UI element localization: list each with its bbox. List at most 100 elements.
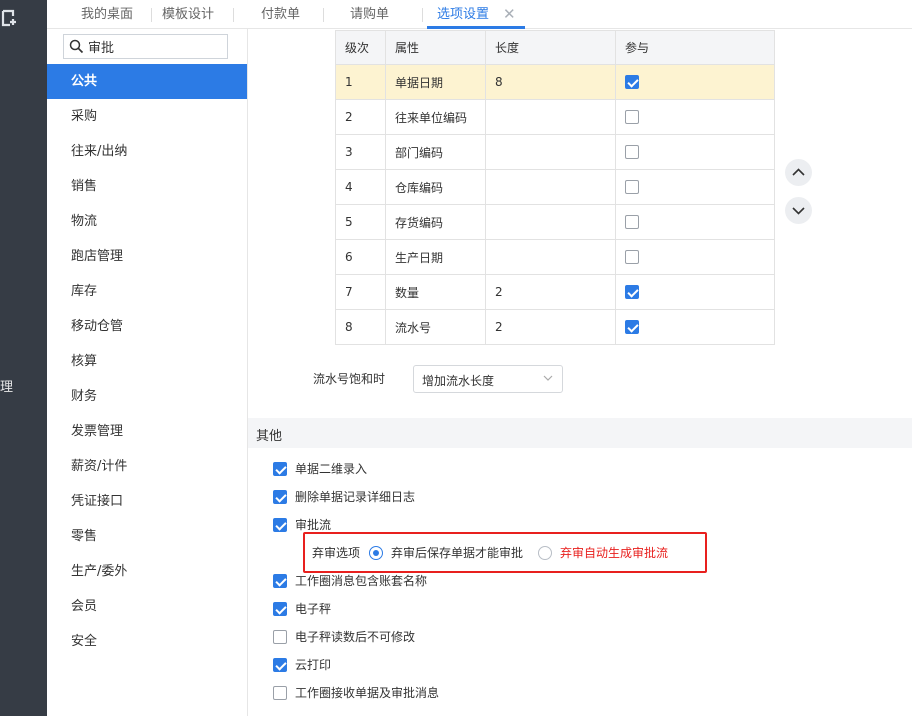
option-label: 云打印 bbox=[295, 658, 332, 672]
cell-participate bbox=[615, 134, 775, 170]
cell-level: 7 bbox=[335, 274, 386, 310]
chevron-up-icon bbox=[792, 168, 805, 176]
sidebar-item-mobile-warehouse[interactable]: 移动仓管 bbox=[47, 309, 247, 344]
search-box bbox=[63, 34, 228, 59]
tab-divider bbox=[323, 8, 324, 22]
option-label: 电子秤读数后不可修改 bbox=[295, 630, 416, 644]
saturation-select[interactable]: 增加流水长度 bbox=[413, 365, 563, 393]
table-row[interactable]: 3 部门编码 bbox=[335, 134, 775, 170]
option-checkbox[interactable] bbox=[273, 462, 287, 476]
option-checkbox[interactable] bbox=[273, 686, 287, 700]
tab-template-design[interactable]: 模板设计 bbox=[162, 0, 214, 29]
cell-attribute: 部门编码 bbox=[385, 134, 486, 170]
participate-checkbox[interactable] bbox=[625, 215, 639, 230]
tab-divider bbox=[422, 8, 423, 22]
sidebar-item-invoice[interactable]: 发票管理 bbox=[47, 414, 247, 449]
sidebar: 公共 采购 往来/出纳 销售 物流 跑店管理 库存 移动仓管 核算 财务 发票管… bbox=[47, 29, 248, 716]
sidebar-item-store-visit[interactable]: 跑店管理 bbox=[47, 239, 247, 274]
cell-participate bbox=[615, 169, 775, 205]
cell-attribute: 生产日期 bbox=[385, 239, 486, 275]
cell-level: 5 bbox=[335, 204, 386, 240]
search-icon bbox=[69, 39, 84, 54]
col-header-length: 长度 bbox=[485, 30, 616, 65]
table-row[interactable]: 2 往来单位编码 bbox=[335, 99, 775, 135]
nav-label-partial[interactable]: 理 bbox=[0, 376, 13, 395]
option-checkbox[interactable] bbox=[273, 490, 287, 504]
tab-my-desktop[interactable]: 我的桌面 bbox=[81, 0, 133, 29]
move-up-button[interactable] bbox=[785, 159, 812, 186]
tab-payment[interactable]: 付款单 bbox=[261, 0, 300, 29]
sidebar-item-inventory[interactable]: 库存 bbox=[47, 274, 247, 309]
sidebar-item-finance[interactable]: 财务 bbox=[47, 379, 247, 414]
cell-length[interactable]: 2 bbox=[485, 274, 616, 310]
sidebar-item-purchase[interactable]: 采购 bbox=[47, 99, 247, 134]
cell-length[interactable] bbox=[485, 239, 616, 275]
sidebar-menu: 公共 采购 往来/出纳 销售 物流 跑店管理 库存 移动仓管 核算 财务 发票管… bbox=[47, 64, 247, 659]
app-logo-icon[interactable] bbox=[1, 9, 19, 27]
serial-rule-table: 级次 属性 长度 参与 1 单据日期 8 2 往来单位编码 3 部门编码 4 仓… bbox=[335, 30, 775, 345]
sidebar-item-production[interactable]: 生产/委外 bbox=[47, 554, 247, 589]
table-row[interactable]: 6 生产日期 bbox=[335, 239, 775, 275]
table-header-row: 级次 属性 长度 参与 bbox=[335, 30, 775, 65]
participate-checkbox[interactable] bbox=[625, 75, 639, 90]
sidebar-item-payroll[interactable]: 薪资/计件 bbox=[47, 449, 247, 484]
sidebar-item-member[interactable]: 会员 bbox=[47, 589, 247, 624]
section-header-other: 其他 bbox=[248, 418, 912, 448]
sidebar-item-logistics[interactable]: 物流 bbox=[47, 204, 247, 239]
option-checkbox[interactable] bbox=[273, 602, 287, 616]
cell-attribute: 往来单位编码 bbox=[385, 99, 486, 135]
tab-divider bbox=[151, 8, 152, 22]
participate-checkbox[interactable] bbox=[625, 180, 639, 195]
participate-checkbox[interactable] bbox=[625, 320, 639, 335]
table-row[interactable]: 4 仓库编码 bbox=[335, 169, 775, 205]
cell-length[interactable] bbox=[485, 99, 616, 135]
section-title: 其他 bbox=[256, 429, 283, 444]
cell-level: 1 bbox=[335, 64, 386, 100]
participate-checkbox[interactable] bbox=[625, 110, 639, 125]
cell-length[interactable] bbox=[485, 134, 616, 170]
tab-close-icon[interactable]: ✕ bbox=[503, 0, 516, 29]
sidebar-item-public[interactable]: 公共 bbox=[47, 64, 247, 99]
cell-attribute: 仓库编码 bbox=[385, 169, 486, 205]
tab-divider bbox=[233, 8, 234, 22]
table-row[interactable]: 8 流水号 2 bbox=[335, 309, 775, 345]
table-row[interactable]: 1 单据日期 8 bbox=[335, 64, 775, 100]
cell-attribute: 数量 bbox=[385, 274, 486, 310]
sidebar-item-voucher-interface[interactable]: 凭证接口 bbox=[47, 484, 247, 519]
option-checkbox[interactable] bbox=[273, 658, 287, 672]
option-label: 工作圈消息包含账套名称 bbox=[295, 574, 428, 588]
cell-participate bbox=[615, 64, 775, 100]
cell-participate bbox=[615, 274, 775, 310]
option-label: 删除单据记录详细日志 bbox=[295, 490, 416, 504]
participate-checkbox[interactable] bbox=[625, 145, 639, 160]
cell-length[interactable]: 8 bbox=[485, 64, 616, 100]
option-checkbox[interactable] bbox=[273, 574, 287, 588]
cell-length[interactable] bbox=[485, 169, 616, 205]
sidebar-item-costing[interactable]: 核算 bbox=[47, 344, 247, 379]
option-checkbox[interactable] bbox=[273, 518, 287, 532]
tab-purchase-request[interactable]: 请购单 bbox=[350, 0, 389, 29]
cell-length[interactable]: 2 bbox=[485, 309, 616, 345]
saturation-select-value: 增加流水长度 bbox=[422, 374, 495, 388]
option-label: 电子秤 bbox=[295, 602, 332, 616]
chevron-down-icon bbox=[792, 207, 805, 215]
search-input[interactable] bbox=[88, 37, 223, 56]
cell-length[interactable] bbox=[485, 204, 616, 240]
cell-level: 8 bbox=[335, 309, 386, 345]
chevron-down-icon bbox=[543, 375, 553, 381]
tab-options-settings[interactable]: 选项设置 bbox=[437, 0, 489, 29]
participate-checkbox[interactable] bbox=[625, 285, 639, 300]
sidebar-item-ar-cashier[interactable]: 往来/出纳 bbox=[47, 134, 247, 169]
sidebar-item-sales[interactable]: 销售 bbox=[47, 169, 247, 204]
table-row[interactable]: 5 存货编码 bbox=[335, 204, 775, 240]
saturation-label: 流水号饱和时 bbox=[313, 372, 386, 386]
sidebar-item-security[interactable]: 安全 bbox=[47, 624, 247, 659]
cell-participate bbox=[615, 99, 775, 135]
left-nav: 理 bbox=[0, 0, 47, 716]
sidebar-item-retail[interactable]: 零售 bbox=[47, 519, 247, 554]
col-header-attribute: 属性 bbox=[385, 30, 486, 65]
table-row[interactable]: 7 数量 2 bbox=[335, 274, 775, 310]
option-checkbox[interactable] bbox=[273, 630, 287, 644]
participate-checkbox[interactable] bbox=[625, 250, 639, 265]
move-down-button[interactable] bbox=[785, 197, 812, 224]
